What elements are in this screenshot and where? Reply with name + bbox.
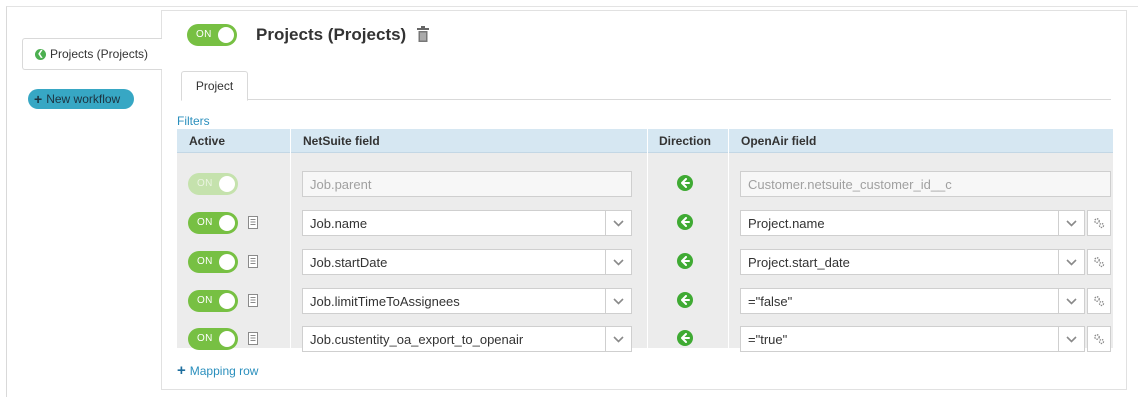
mapping-table: Active NetSuite field Direction OpenAir … [177, 129, 1113, 352]
chevron-down-icon[interactable] [1058, 211, 1084, 235]
arrow-left-circle-icon [677, 175, 693, 191]
gear-icon[interactable] [1087, 210, 1111, 236]
openair-field-value: Project.start_date [748, 254, 850, 270]
add-mapping-row-label: Mapping row [189, 363, 259, 378]
chevron-down-icon[interactable] [605, 211, 631, 235]
table-row: ON Job.limitTimeToAssignees ="false" [177, 282, 1113, 320]
toggle-label: ON [197, 178, 213, 189]
tab-project[interactable]: Project [181, 71, 248, 101]
toggle-knob [219, 215, 235, 231]
netsuite-field-select[interactable]: Job.limitTimeToAssignees [302, 288, 632, 314]
copy-icon[interactable] [248, 294, 258, 307]
column-header-netsuite: NetSuite field [303, 134, 380, 148]
column-header-openair: OpenAir field [741, 134, 817, 148]
toggle-knob [219, 254, 235, 270]
workflow-tab-label: Projects (Projects) [50, 47, 149, 61]
copy-icon[interactable] [248, 255, 258, 268]
netsuite-field-value: Job.startDate [310, 254, 388, 270]
copy-icon[interactable] [248, 332, 258, 345]
workflow-tab-projects[interactable]: ❮ Projects (Projects) [22, 38, 162, 70]
status-dot-icon: ❮ [35, 48, 46, 60]
table-header: Active NetSuite field Direction OpenAir … [177, 129, 1113, 153]
chevron-down-icon[interactable] [1058, 289, 1084, 313]
arrow-left-circle-icon [677, 253, 693, 269]
row-active-toggle: ON [188, 173, 238, 195]
table-row: ON Job.name Project.name [177, 204, 1113, 242]
page-title: Projects (Projects) [256, 25, 407, 44]
chevron-down-icon[interactable] [605, 327, 631, 351]
netsuite-field-select[interactable]: Job.startDate [302, 249, 632, 275]
row-active-toggle[interactable]: ON [188, 251, 238, 273]
openair-field-select[interactable]: Project.name [740, 210, 1085, 236]
table-row: ON Job.startDate Project.start_date [177, 243, 1113, 281]
netsuite-field-value: Job.limitTimeToAssignees [310, 293, 460, 309]
netsuite-field-select[interactable]: Job.name [302, 210, 632, 236]
row-active-toggle[interactable]: ON [188, 290, 238, 312]
openair-field-value: Customer.netsuite_customer_id__c [748, 176, 952, 192]
tabs-bar: Project [181, 71, 1111, 101]
toggle-label: ON [197, 256, 213, 267]
gear-icon[interactable] [1087, 326, 1111, 352]
trash-icon[interactable] [417, 26, 429, 42]
openair-field-value: ="false" [748, 293, 793, 309]
netsuite-field: Job.parent [302, 171, 632, 197]
table-row: ON Job.parent Customer.netsuite_customer… [177, 165, 1113, 203]
openair-field-value: Project.name [748, 215, 825, 231]
chevron-down-icon[interactable] [1058, 327, 1084, 351]
toggle-label: ON [197, 333, 213, 344]
netsuite-field-select[interactable]: Job.custentity_oa_export_to_openair [302, 326, 632, 352]
toggle-knob [219, 331, 235, 347]
plus-icon: + [34, 91, 43, 107]
toggle-knob [219, 176, 235, 192]
arrow-left-circle-icon [677, 214, 693, 230]
column-header-active: Active [189, 134, 226, 148]
toggle-label: ON [196, 29, 212, 40]
plus-icon: + [177, 362, 186, 379]
chevron-down-icon[interactable] [605, 289, 631, 313]
copy-icon[interactable] [248, 216, 258, 229]
arrow-left-circle-icon [677, 292, 693, 308]
toggle-knob [218, 27, 234, 43]
new-workflow-button[interactable]: + New workflow [28, 89, 134, 109]
workflow-active-toggle[interactable]: ON [187, 24, 237, 46]
new-workflow-label: New workflow [46, 92, 121, 106]
row-active-toggle[interactable]: ON [188, 212, 238, 234]
row-active-toggle[interactable]: ON [188, 328, 238, 350]
openair-field-select[interactable]: ="false" [740, 288, 1085, 314]
netsuite-field-value: Job.parent [310, 176, 372, 192]
toggle-label: ON [197, 217, 213, 228]
netsuite-field-value: Job.name [310, 215, 368, 231]
openair-field-select[interactable]: ="true" [740, 326, 1085, 352]
gear-icon[interactable] [1087, 249, 1111, 275]
openair-field: Customer.netsuite_customer_id__c [740, 171, 1111, 197]
column-header-direction: Direction [659, 134, 712, 148]
toggle-knob [219, 293, 235, 309]
workflow-panel: ON Projects (Projects) Project Filters A… [161, 10, 1127, 390]
gear-icon[interactable] [1087, 288, 1111, 314]
openair-field-value: ="true" [748, 331, 788, 347]
arrow-left-circle-icon [677, 330, 693, 346]
add-mapping-row-button[interactable]: + Mapping row [177, 362, 258, 379]
toggle-label: ON [197, 295, 213, 306]
filters-link[interactable]: Filters [177, 114, 210, 128]
chevron-down-icon[interactable] [1058, 250, 1084, 274]
netsuite-field-value: Job.custentity_oa_export_to_openair [310, 331, 524, 347]
openair-field-select[interactable]: Project.start_date [740, 249, 1085, 275]
chevron-down-icon[interactable] [605, 250, 631, 274]
table-row: ON Job.custentity_oa_export_to_openair =… [177, 320, 1113, 358]
